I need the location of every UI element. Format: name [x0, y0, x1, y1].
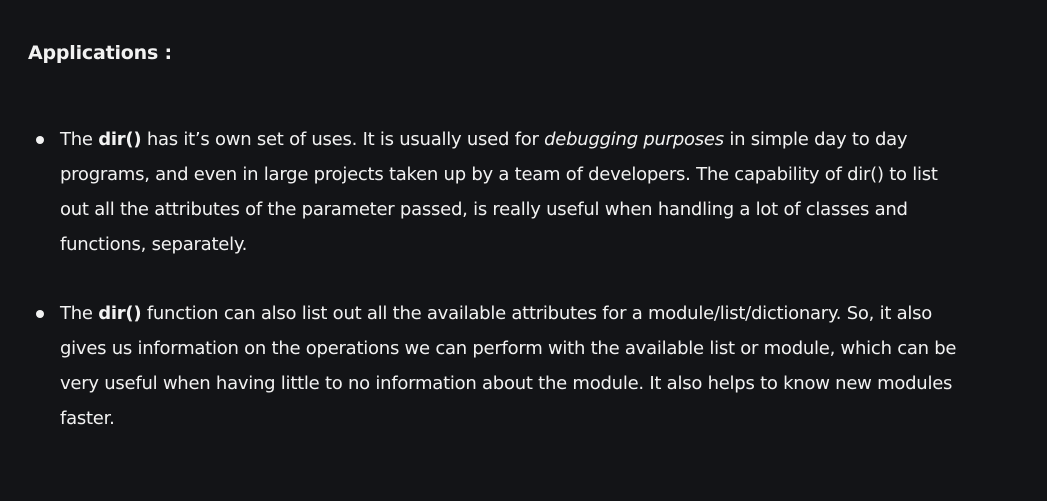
bullet-term: dir() [98, 129, 142, 150]
bullet-icon [36, 310, 44, 318]
bullet-lead: The [60, 129, 99, 150]
bullet-text: function can also list out all the avail… [60, 303, 957, 429]
list-item: The dir() function can also list out all… [28, 296, 958, 436]
section-heading: Applications : [28, 42, 172, 64]
bullet-lead: The [60, 303, 99, 324]
applications-list: The dir() has it’s own set of uses. It i… [28, 122, 958, 436]
bullet-icon [36, 136, 44, 144]
list-item: The dir() has it’s own set of uses. It i… [28, 122, 958, 262]
bullet-text: has it’s own set of uses. It is usually … [141, 129, 545, 150]
bullet-term: dir() [98, 303, 142, 324]
article-content: Applications : The dir() has it’s own se… [28, 37, 1008, 429]
bullet-emphasis: debugging purposes [544, 129, 724, 150]
